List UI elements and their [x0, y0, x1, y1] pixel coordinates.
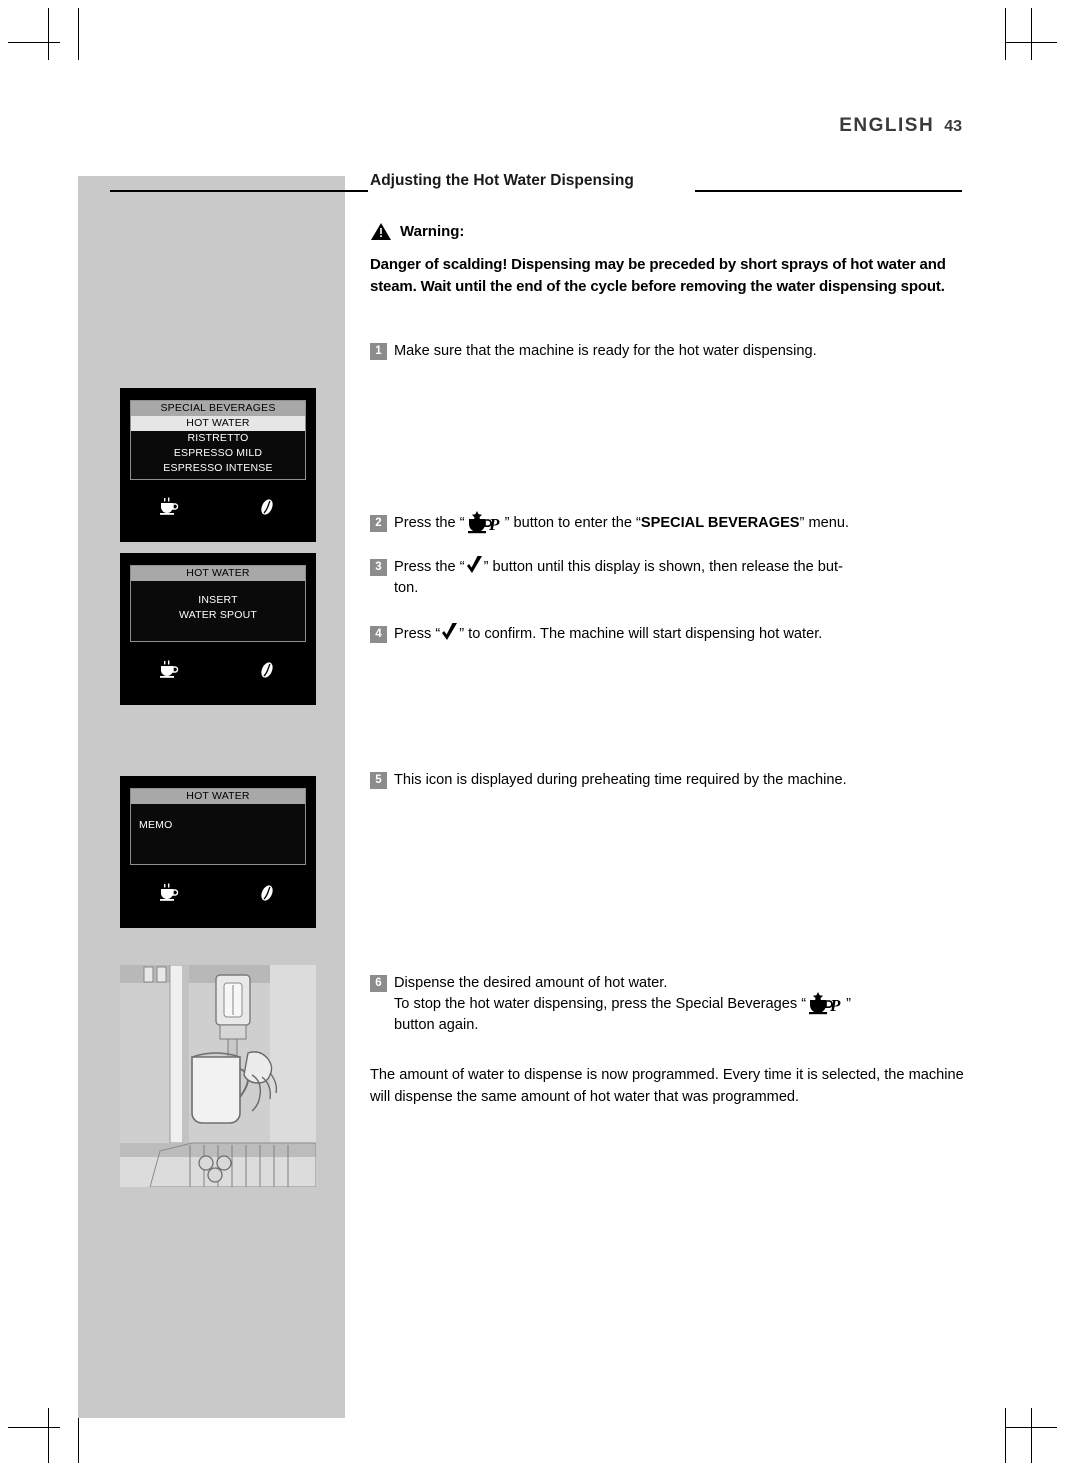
crop-mark-top-left-v — [48, 8, 49, 60]
step-2: 2 Press the “ P ” button to enter the “SP… — [370, 511, 970, 534]
step-6: 6 Dispense the desired amount of hot wate… — [370, 973, 970, 1036]
step-5: 5 This icon is displayed during preheatin… — [370, 770, 970, 791]
page-number: 43 — [944, 118, 962, 135]
step-2-menu-name: SPECIAL BEVERAGES — [640, 515, 800, 531]
crop-mark-top-left2-v — [78, 8, 79, 60]
step-5-text: This icon is displayed during preheating… — [394, 772, 847, 788]
step-1-badge: 1 — [370, 343, 387, 360]
crop-mark-bottom-left-v — [48, 1408, 49, 1463]
connector-tab-4 — [316, 577, 338, 599]
connector-tab-8 — [316, 852, 338, 874]
connector-tab-3 — [316, 508, 338, 530]
special-beverages-button-icon-2: P — [806, 992, 846, 1015]
display-2-title: HOT WATER — [131, 566, 305, 581]
step-3-badge: 3 — [370, 559, 387, 576]
connector-tab-5 — [316, 630, 338, 652]
warning-text: Danger of scalding! Dispensing may be pr… — [370, 256, 946, 295]
display-1-line-1: RISTRETTO — [187, 432, 249, 444]
machine-photo — [120, 965, 316, 1187]
step-4-text-pre: Press “ — [394, 626, 441, 642]
step-1-text: Make sure that the machine is ready for … — [394, 343, 817, 359]
coffee-bean-icon-2 — [254, 660, 280, 680]
display-insert-water-spout: HOT WATER INSERT WATER SPOUT — [120, 553, 316, 705]
step-3: 3 Press the “ ” button until this display… — [370, 556, 970, 599]
step-2-text-pre: Press the “ — [394, 515, 465, 531]
display-3-icons — [120, 880, 316, 906]
step-3-text-line2: ton. — [394, 580, 419, 596]
display-screen-1: SPECIAL BEVERAGES HOT WATER RISTRETTO ES… — [130, 400, 306, 480]
step-4-text-post: ” to confirm. The machine will start dis… — [459, 626, 823, 642]
step-6-text: Dispense the desired amount of hot water… — [394, 975, 668, 991]
crop-mark-bottom-right-h — [1005, 1427, 1057, 1428]
crop-mark-top-right-h — [1005, 42, 1057, 43]
step-2-badge: 2 — [370, 515, 387, 532]
display-2-line-0: INSERT — [198, 594, 238, 606]
connector-tab-2 — [316, 478, 338, 500]
crop-mark-bottom-right-v — [1031, 1408, 1032, 1463]
crop-mark-top-right2-v — [1005, 8, 1006, 60]
warning-label: Warning: — [400, 223, 465, 240]
display-1-line-2: ESPRESSO MILD — [173, 447, 263, 459]
step-3-text-pre: Press the “ — [394, 559, 465, 575]
connector-tab-7 — [316, 800, 338, 822]
display-special-beverages: SPECIAL BEVERAGES HOT WATER RISTRETTO ES… — [120, 388, 316, 542]
coffee-bean-icon-3 — [254, 883, 280, 903]
display-screen-2: HOT WATER INSERT WATER SPOUT — [130, 565, 306, 642]
connector-tab-6 — [316, 672, 338, 694]
display-1-line-0: HOT WATER — [131, 416, 305, 431]
step-2-text-tail: ” menu. — [799, 515, 850, 531]
title-rule-left — [110, 190, 368, 192]
step-5-badge: 5 — [370, 772, 387, 789]
page-header: ENGLISH 43 — [370, 115, 962, 137]
step-2-text-post: ” button to enter the “ — [504, 515, 641, 531]
connector-tab-10 — [316, 985, 338, 1007]
display-3-title: HOT WATER — [131, 789, 305, 804]
warning-heading: Warning: — [370, 222, 965, 241]
crop-mark-top-left-h — [8, 42, 60, 43]
step-6-line2: To stop the hot water dispensing, press … — [370, 992, 970, 1015]
step-6-badge: 6 — [370, 975, 387, 992]
step-6-line2-pre: To stop the hot water dispensing, press … — [394, 996, 807, 1012]
display-3-line-0: MEMO — [139, 819, 173, 831]
page-title: Adjusting the Hot Water Dispensing — [370, 172, 634, 189]
cup-icon-3 — [156, 883, 182, 903]
coffee-bean-icon — [254, 497, 280, 517]
display-screen-3: HOT WATER MEMO — [130, 788, 306, 865]
cup-icon-2 — [156, 660, 182, 680]
connector-tab-1 — [316, 412, 338, 434]
header-language: ENGLISH — [839, 115, 935, 136]
crop-mark-bottom-left-h — [8, 1427, 60, 1428]
step-6-line3: button again. — [394, 1017, 479, 1033]
step-1: 1 Make sure that the machine is ready for… — [370, 341, 970, 362]
svg-text:P: P — [488, 515, 500, 534]
display-2-spacer — [131, 581, 305, 593]
connector-tab-9 — [316, 894, 338, 916]
crop-mark-bottom-right2-v — [1005, 1408, 1006, 1463]
display-2-line-1: WATER SPOUT — [178, 609, 258, 621]
title-rule-right — [695, 190, 962, 192]
display-1-icons — [120, 494, 316, 520]
svg-text:P: P — [829, 996, 841, 1015]
display-hot-water-memo: HOT WATER MEMO — [120, 776, 316, 928]
check-button-icon-2 — [440, 623, 459, 644]
step-4: 4 Press “ ” to confirm. The machine will … — [370, 623, 970, 645]
step-4-badge: 4 — [370, 626, 387, 643]
step-3-text-post: ” button until this display is shown, th… — [483, 559, 843, 575]
warning-triangle-icon — [370, 222, 392, 241]
check-button-icon — [465, 556, 484, 577]
crop-mark-top-right-v — [1031, 8, 1032, 60]
display-1-line-3: ESPRESSO INTENSE — [163, 462, 273, 474]
cup-icon — [156, 497, 182, 517]
display-1-title: SPECIAL BEVERAGES — [131, 401, 305, 416]
closing-paragraph: The amount of water to dispense is now p… — [370, 1067, 964, 1105]
special-beverages-button-icon: P — [465, 511, 505, 534]
display-2-icons — [120, 657, 316, 683]
